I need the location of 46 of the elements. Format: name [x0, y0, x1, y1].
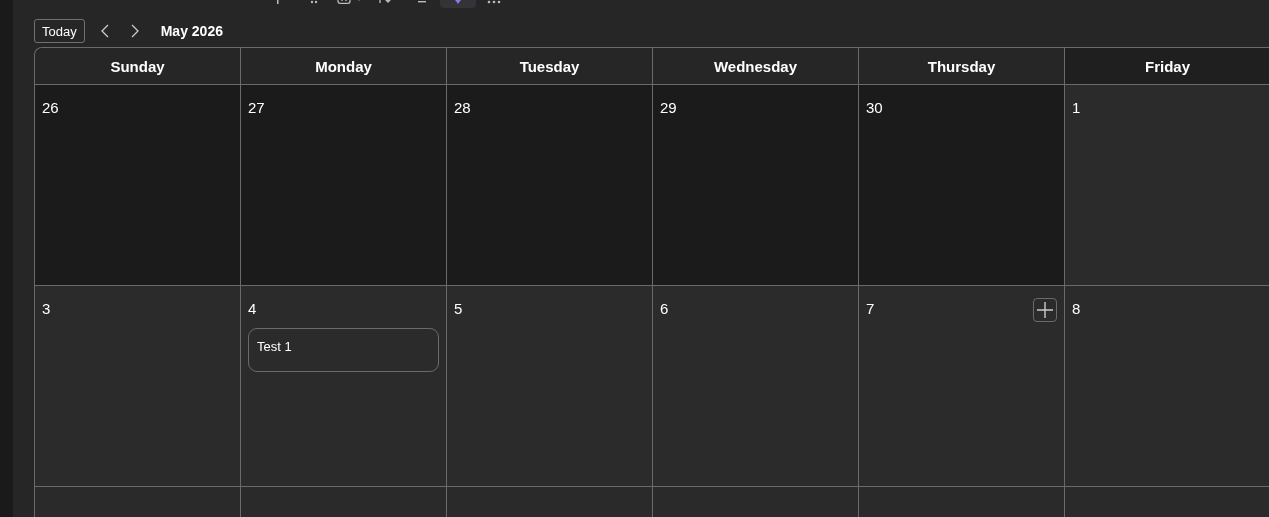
day-cell[interactable]: 3	[35, 286, 241, 487]
today-button[interactable]: Today	[34, 19, 85, 43]
grip-icon	[310, 0, 318, 4]
plus-icon	[1037, 302, 1053, 318]
more-icon	[487, 0, 501, 4]
day-cell[interactable]	[447, 487, 653, 517]
minus-icon	[418, 0, 426, 4]
day-number: 6	[660, 300, 669, 317]
event-card[interactable]: Test 1	[248, 328, 439, 372]
day-cell[interactable]: 30	[859, 85, 1065, 286]
day-number: 1	[1072, 99, 1081, 116]
day-cell[interactable]	[241, 487, 447, 517]
weekday-header: Thursday	[859, 48, 1065, 85]
month-title: May 2026	[160, 23, 223, 39]
day-cell[interactable]: 26	[35, 85, 241, 286]
day-cell[interactable]: 28	[447, 85, 653, 286]
day-number: 27	[248, 99, 265, 116]
add-event-button[interactable]	[1033, 298, 1057, 322]
day-number: 26	[42, 99, 59, 116]
day-cell[interactable]: 29	[653, 85, 859, 286]
day-number: 29	[660, 99, 677, 116]
chevron-right-icon	[130, 24, 139, 38]
day-cell[interactable]	[1065, 487, 1269, 517]
weekday-header: Wednesday	[653, 48, 859, 85]
day-cell[interactable]: 7	[859, 286, 1065, 487]
chevron-left-icon	[100, 24, 109, 38]
day-cell[interactable]: 27	[241, 85, 447, 286]
day-cell[interactable]: 6	[653, 286, 859, 487]
day-number: 4	[248, 300, 257, 317]
day-number: 30	[866, 99, 883, 116]
weekday-header: Tuesday	[447, 48, 653, 85]
day-number: 8	[1072, 300, 1081, 317]
day-cell[interactable]	[859, 487, 1065, 517]
day-number: 3	[42, 300, 51, 317]
weekday-header: Sunday	[35, 48, 241, 85]
day-cell[interactable]: 5	[447, 286, 653, 487]
day-cell[interactable]	[653, 487, 859, 517]
day-cell[interactable]: 4 Test 1	[241, 286, 447, 487]
day-number: 28	[454, 99, 471, 116]
day-cell[interactable]: 1	[1065, 85, 1269, 286]
day-number: 5	[454, 300, 463, 317]
weekday-header: Friday	[1065, 48, 1269, 85]
day-number: 7	[866, 300, 875, 317]
day-cell[interactable]	[35, 487, 241, 517]
day-cell[interactable]: 8	[1065, 286, 1269, 487]
weekday-header: Monday	[241, 48, 447, 85]
